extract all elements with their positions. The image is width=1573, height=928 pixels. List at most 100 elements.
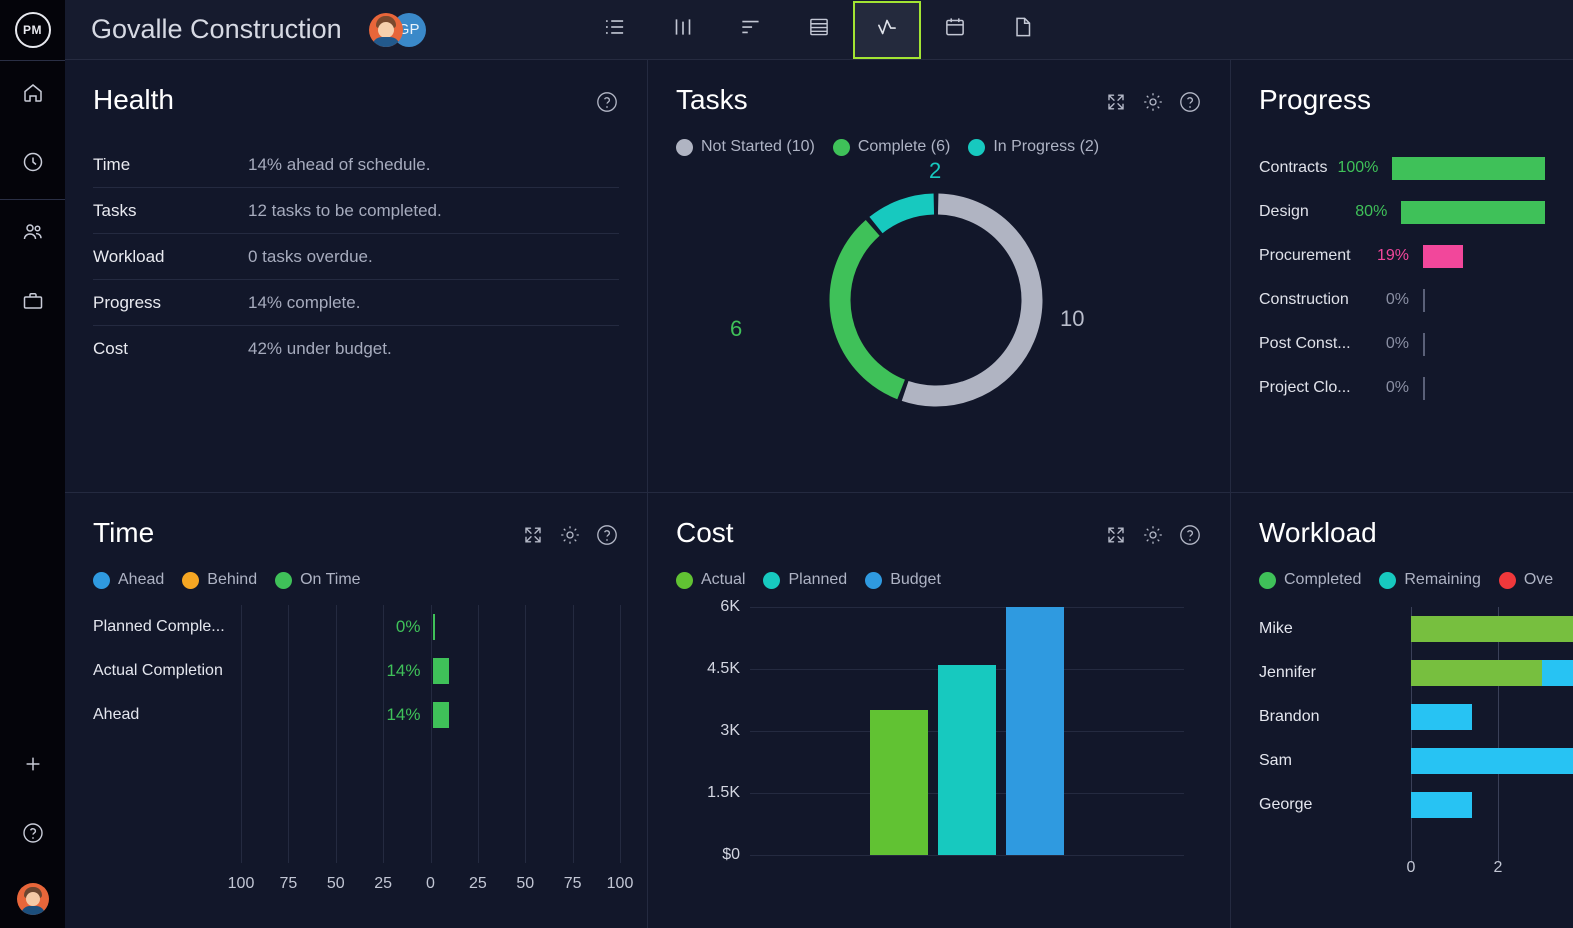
legend-label: Budget: [890, 571, 941, 589]
main-column: Govalle Construction GP: [65, 0, 1573, 928]
workload-bar-completed[interactable]: [1411, 616, 1573, 642]
panel-time: Time: [65, 493, 648, 928]
legend-label: Remaining: [1404, 571, 1480, 589]
tab-list[interactable]: [581, 0, 649, 60]
time-bar: [433, 702, 449, 728]
progress-row: Construction0%: [1259, 278, 1545, 322]
legend-item[interactable]: Actual: [676, 571, 745, 589]
sidebar-item-home[interactable]: [0, 61, 65, 130]
workload-row-label: Brandon: [1259, 708, 1411, 726]
time-row: Actual Completion14%: [93, 649, 619, 693]
workload-row-label: Sam: [1259, 752, 1411, 770]
cost-title: Cost: [676, 519, 734, 547]
legend-dot: [1499, 572, 1516, 589]
health-row-value: 0 tasks overdue.: [248, 247, 373, 267]
workload-bar-remaining[interactable]: [1411, 792, 1472, 818]
gear-icon[interactable]: [1141, 523, 1165, 547]
legend-item[interactable]: In Progress (2): [968, 138, 1099, 156]
legend-item[interactable]: Complete (6): [833, 138, 950, 156]
time-axis-tick: 75: [279, 875, 297, 893]
sidebar-item-projects[interactable]: [0, 269, 65, 338]
progress-row-label: Post Const...: [1259, 335, 1367, 353]
workload-row: Sam: [1259, 739, 1545, 783]
workload-bar-remaining[interactable]: [1411, 704, 1472, 730]
health-row-value: 14% ahead of schedule.: [248, 155, 430, 175]
time-row-pct: 14%: [361, 661, 421, 681]
add-button[interactable]: [0, 732, 65, 801]
tab-pages[interactable]: [989, 0, 1057, 60]
health-actions: [595, 90, 619, 114]
legend-label: Ahead: [118, 571, 164, 589]
progress-row-pct: 100%: [1337, 159, 1392, 177]
donut-label-not-started: 10: [1060, 306, 1084, 332]
app-logo[interactable]: PM: [0, 0, 65, 60]
progress-row-pct: 0%: [1367, 335, 1423, 353]
donut-segment-complete[interactable]: [816, 180, 1056, 420]
legend-item[interactable]: Planned: [763, 571, 847, 589]
help-circle-icon[interactable]: [1178, 90, 1202, 114]
gantt-icon: [738, 14, 764, 45]
workload-chart: MikeJenniferBrandonSamGeorge02: [1259, 607, 1545, 907]
account-button[interactable]: [0, 870, 65, 928]
health-row-value: 42% under budget.: [248, 339, 392, 359]
expand-icon[interactable]: [1104, 90, 1128, 114]
tab-board[interactable]: [649, 0, 717, 60]
help-button[interactable]: [0, 801, 65, 870]
help-circle-icon[interactable]: [595, 523, 619, 547]
gear-icon[interactable]: [558, 523, 582, 547]
progress-zero-tick: [1423, 289, 1425, 312]
workload-bar-remaining[interactable]: [1542, 660, 1573, 686]
legend-item[interactable]: Completed: [1259, 571, 1361, 589]
cost-y-tick: 6K: [676, 598, 740, 616]
legend-item[interactable]: Not Started (10): [676, 138, 815, 156]
expand-icon[interactable]: [521, 523, 545, 547]
tab-dashboard[interactable]: [853, 1, 921, 59]
cost-bar-budget[interactable]: [1006, 607, 1064, 855]
dashboard-grid: Health Time14% ahead of schedule.Tasks12…: [65, 60, 1573, 928]
tasks-legend: Not Started (10) Complete (6) In Progress …: [676, 138, 1202, 156]
progress-bar: [1423, 245, 1463, 268]
view-tab-bar: [581, 0, 1057, 60]
legend-label: In Progress (2): [993, 138, 1099, 156]
document-icon: [1010, 14, 1036, 45]
tab-sheet[interactable]: [785, 0, 853, 60]
legend-item[interactable]: Budget: [865, 571, 941, 589]
progress-row: Procurement19%: [1259, 234, 1545, 278]
cost-bar-planned[interactable]: [938, 665, 996, 855]
workload-axis-tick: 2: [1494, 859, 1503, 877]
workload-bar-remaining[interactable]: [1411, 748, 1573, 774]
tab-gantt[interactable]: [717, 0, 785, 60]
gear-icon[interactable]: [1141, 90, 1165, 114]
legend-item[interactable]: Ahead: [93, 571, 164, 589]
workload-bar-completed[interactable]: [1411, 660, 1542, 686]
cost-legend: Actual Planned Budget: [676, 571, 1202, 589]
legend-item[interactable]: Behind: [182, 571, 257, 589]
expand-icon[interactable]: [1104, 523, 1128, 547]
legend-item[interactable]: On Time: [275, 571, 360, 589]
tab-calendar[interactable]: [921, 0, 989, 60]
legend-item[interactable]: Remaining: [1379, 571, 1480, 589]
legend-dot: [275, 572, 292, 589]
donut-segment-in-progress[interactable]: [816, 180, 1056, 420]
legend-item[interactable]: Ove: [1499, 571, 1553, 589]
progress-bar: [1392, 157, 1545, 180]
member-avatar-photo[interactable]: [369, 13, 403, 47]
health-row-label: Tasks: [93, 201, 248, 221]
cost-bar-actual[interactable]: [870, 710, 928, 855]
sidebar-item-team[interactable]: [0, 200, 65, 269]
health-row: Time14% ahead of schedule.: [93, 142, 619, 188]
board-icon: [670, 14, 696, 45]
workload-title: Workload: [1259, 519, 1377, 547]
time-row-label: Planned Comple...: [93, 618, 315, 636]
help-circle-icon[interactable]: [1178, 523, 1202, 547]
progress-row-label: Project Clo...: [1259, 379, 1367, 397]
help-circle-icon[interactable]: [595, 90, 619, 114]
time-row-pct: 14%: [361, 705, 421, 725]
legend-label: Not Started (10): [701, 138, 815, 156]
time-axis-tick: 25: [374, 875, 392, 893]
health-title: Health: [93, 86, 174, 114]
sidebar-item-timesheets[interactable]: [0, 130, 65, 199]
health-row: Cost42% under budget.: [93, 326, 619, 372]
legend-dot: [865, 572, 882, 589]
legend-dot: [93, 572, 110, 589]
